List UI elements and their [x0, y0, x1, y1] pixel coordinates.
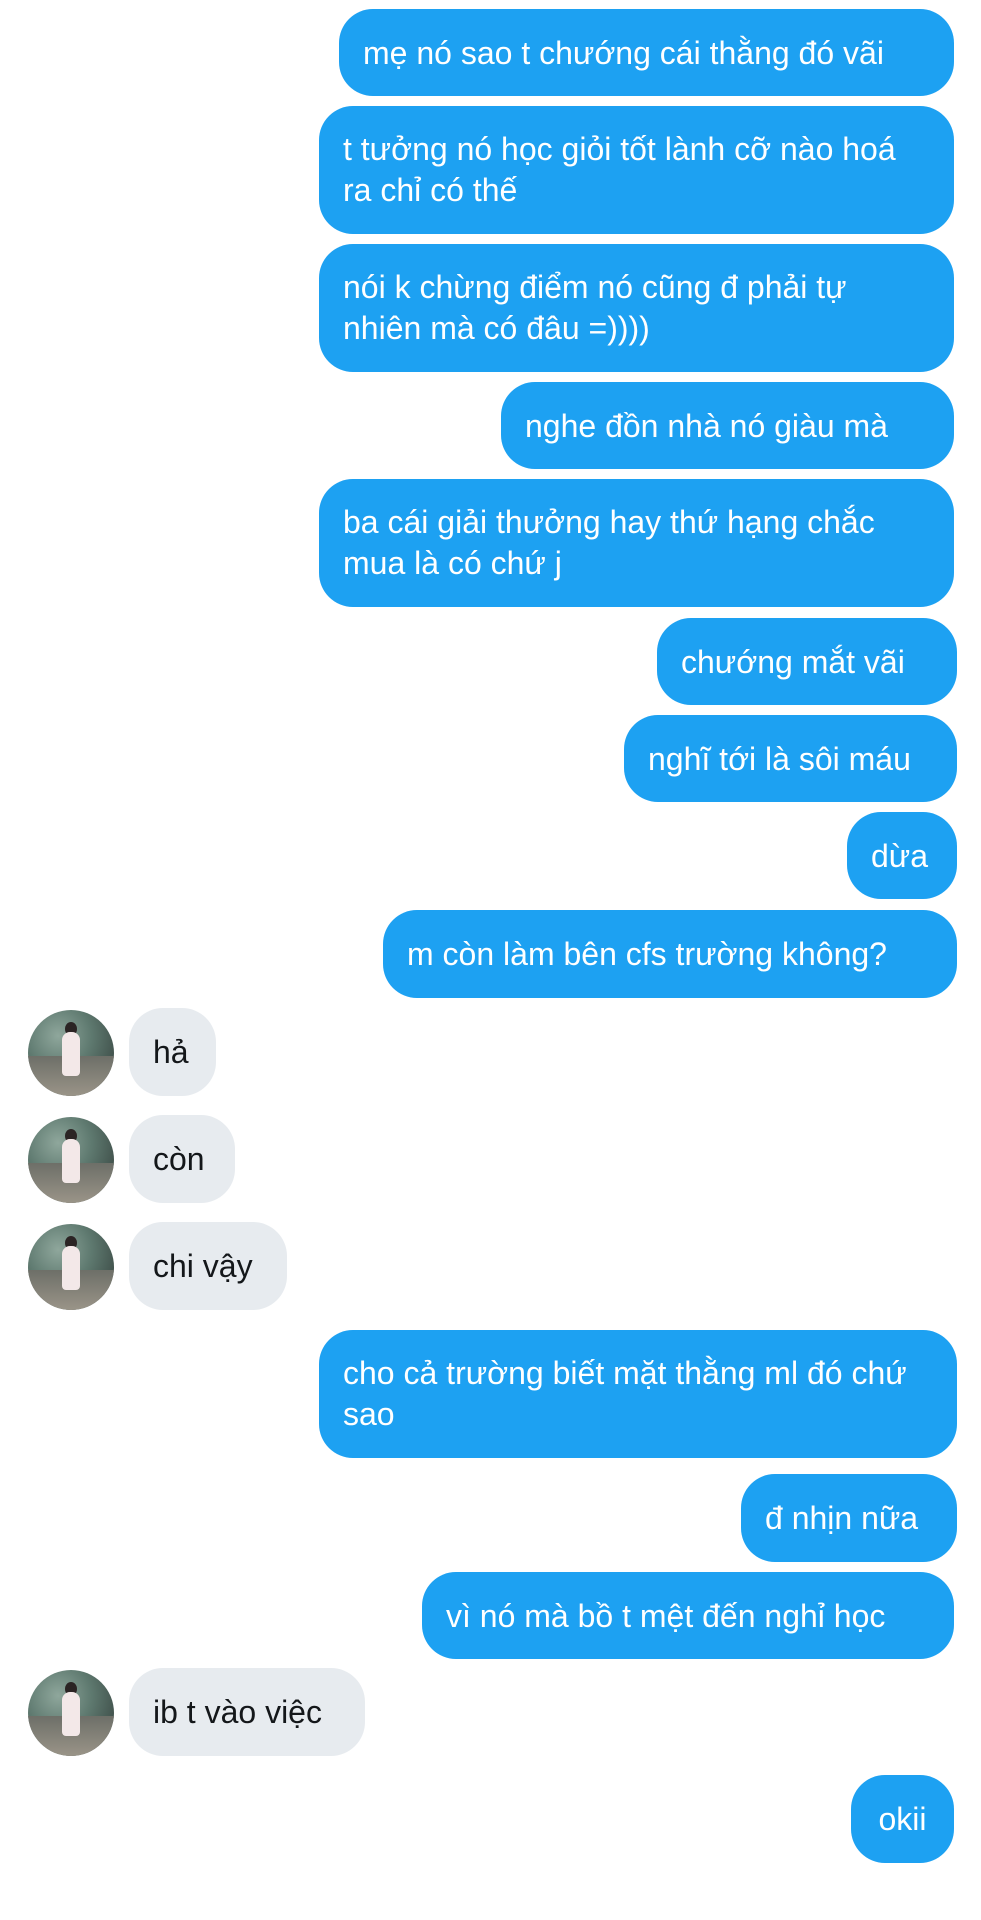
outgoing-message-bubble[interactable]: đ nhịn nữa: [741, 1474, 957, 1562]
avatar-photo-figure-body: [62, 1692, 80, 1736]
outgoing-message-bubble[interactable]: ba cái giải thưởng hay thứ hạng chắc mua…: [319, 479, 954, 607]
incoming-message-bubble[interactable]: còn: [129, 1115, 235, 1203]
outgoing-message-bubble[interactable]: vì nó mà bồ t mệt đến nghỉ học: [422, 1572, 954, 1659]
outgoing-message-bubble[interactable]: cho cả trường biết mặt thằng ml đó chứ s…: [319, 1330, 957, 1458]
avatar-photo-figure-body: [62, 1139, 80, 1183]
outgoing-message-bubble[interactable]: dừa: [847, 812, 957, 899]
outgoing-message-bubble[interactable]: chướng mắt vãi: [657, 618, 957, 705]
contact-avatar-icon[interactable]: [28, 1010, 114, 1096]
incoming-message-bubble[interactable]: chi vậy: [129, 1222, 287, 1310]
contact-avatar-icon[interactable]: [28, 1224, 114, 1310]
contact-avatar-icon[interactable]: [28, 1670, 114, 1756]
contact-avatar-icon[interactable]: [28, 1117, 114, 1203]
avatar-photo-figure-body: [62, 1032, 80, 1076]
avatar-photo-figure-body: [62, 1246, 80, 1290]
outgoing-message-bubble[interactable]: nói k chừng điểm nó cũng đ phải tự nhiên…: [319, 244, 954, 372]
outgoing-message-bubble[interactable]: mẹ nó sao t chướng cái thằng đó vãi: [339, 9, 954, 96]
outgoing-message-bubble[interactable]: nghĩ tới là sôi máu: [624, 715, 957, 802]
outgoing-message-bubble[interactable]: m còn làm bên cfs trường không?: [383, 910, 957, 998]
incoming-message-bubble[interactable]: ib t vào việc: [129, 1668, 365, 1756]
outgoing-message-bubble[interactable]: nghe đồn nhà nó giàu mà: [501, 382, 954, 469]
outgoing-message-bubble[interactable]: okii: [851, 1775, 954, 1863]
incoming-message-bubble[interactable]: hả: [129, 1008, 216, 1096]
message-thread[interactable]: mẹ nó sao t chướng cái thằng đó vãi t tư…: [0, 0, 981, 1920]
outgoing-message-bubble[interactable]: t tưởng nó học giỏi tốt lành cỡ nào hoá …: [319, 106, 954, 234]
